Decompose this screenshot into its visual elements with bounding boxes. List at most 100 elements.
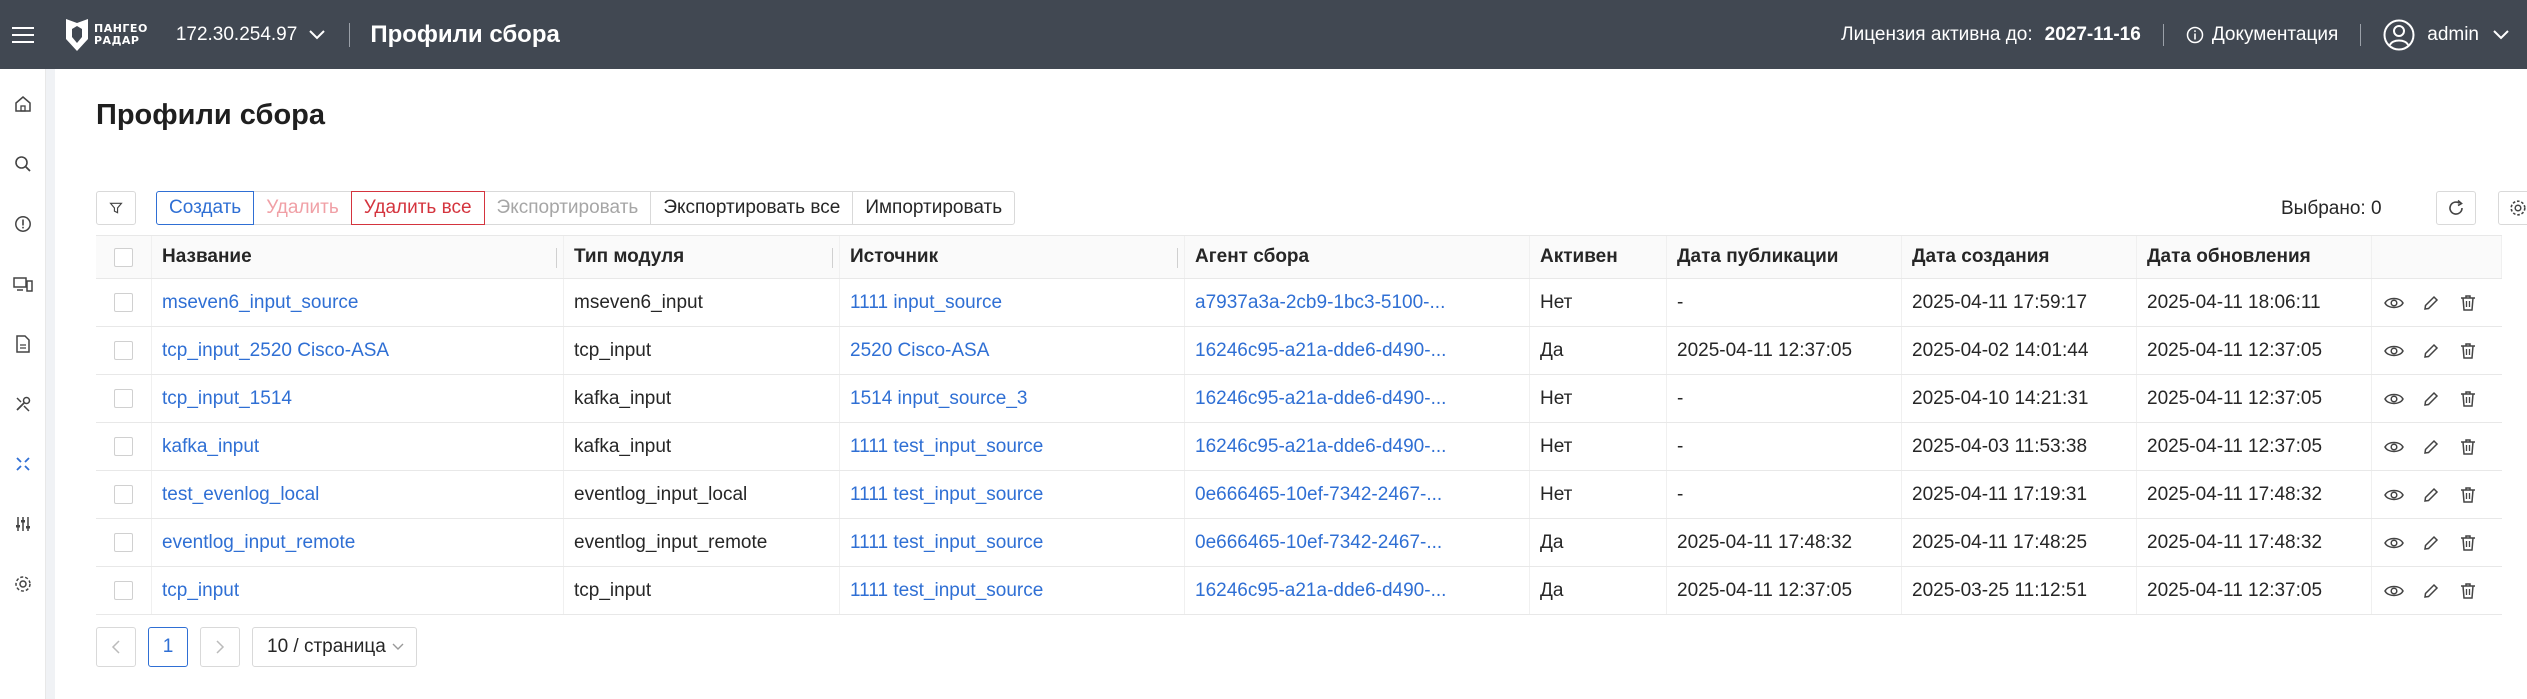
cell-source[interactable]: 1514 input_source_3 <box>850 388 1027 410</box>
column-header-updated[interactable]: Дата обновления <box>2137 236 2372 278</box>
cell-agent[interactable]: 0e666465-10ef-7342-2467-... <box>1195 484 1442 506</box>
cell-source[interactable]: 1111 test_input_source <box>850 436 1043 458</box>
delete-icon[interactable] <box>2456 579 2480 603</box>
view-icon[interactable] <box>2382 483 2406 507</box>
menu-toggle-button[interactable] <box>0 0 46 69</box>
cell-created: 2025-04-11 17:19:31 <box>1912 483 2088 505</box>
row-checkbox[interactable] <box>114 533 133 552</box>
cell-agent[interactable]: 16246c95-a21a-dde6-d490-... <box>1195 580 1446 602</box>
cell-created: 2025-03-25 11:12:51 <box>1912 579 2088 601</box>
view-icon[interactable] <box>2382 435 2406 459</box>
table-row: kafka_input kafka_input 1111 test_input_so… <box>96 423 2502 471</box>
next-page-button[interactable] <box>200 627 240 667</box>
user-menu[interactable]: admin <box>2383 19 2509 51</box>
delete-icon[interactable] <box>2456 339 2480 363</box>
delete-icon[interactable] <box>2456 531 2480 555</box>
column-header-source[interactable]: Источник <box>840 236 1185 278</box>
cell-source[interactable]: 2520 Cisco-ASA <box>850 340 989 362</box>
cell-agent[interactable]: 16246c95-a21a-dde6-d490-... <box>1195 388 1446 410</box>
edit-icon[interactable] <box>2419 435 2443 459</box>
sidebar-item-reports[interactable] <box>0 324 46 364</box>
view-icon[interactable] <box>2382 579 2406 603</box>
edit-icon[interactable] <box>2419 339 2443 363</box>
delete-icon[interactable] <box>2456 483 2480 507</box>
edit-icon[interactable] <box>2419 291 2443 315</box>
cell-source[interactable]: 1111 test_input_source <box>850 532 1043 554</box>
sidebar-item-assets[interactable] <box>0 264 46 304</box>
column-header-agent[interactable]: Агент сбора <box>1185 236 1530 278</box>
cell-agent[interactable]: 16246c95-a21a-dde6-d490-... <box>1195 436 1446 458</box>
page-button-1[interactable]: 1 <box>148 627 188 667</box>
cell-name[interactable]: tcp_input_2520 Cisco-ASA <box>162 340 389 362</box>
refresh-button[interactable] <box>2436 191 2476 225</box>
cell-updated: 2025-04-11 12:37:05 <box>2147 387 2323 409</box>
view-icon[interactable] <box>2382 387 2406 411</box>
cell-name[interactable]: test_evenlog_local <box>162 484 319 506</box>
column-header-actions <box>2372 236 2502 278</box>
sliders-icon <box>16 517 30 531</box>
cell-published: - <box>1677 435 1684 457</box>
sidebar-item-home[interactable] <box>0 84 46 124</box>
cell-published: 2025-04-11 12:37:05 <box>1677 579 1853 601</box>
sidebar-item-settings[interactable] <box>0 564 46 604</box>
delete-button[interactable]: Удалить <box>253 191 352 225</box>
view-icon[interactable] <box>2382 531 2406 555</box>
edit-icon[interactable] <box>2419 387 2443 411</box>
cell-name[interactable]: tcp_input_1514 <box>162 388 292 410</box>
select-all-checkbox[interactable] <box>114 247 133 267</box>
delete-icon[interactable] <box>2456 291 2480 315</box>
cell-name[interactable]: tcp_input <box>162 580 239 602</box>
cell-source[interactable]: 1111 test_input_source <box>850 580 1043 602</box>
edit-icon[interactable] <box>2419 483 2443 507</box>
view-icon[interactable] <box>2382 339 2406 363</box>
sidebar-item-search[interactable] <box>0 144 46 184</box>
column-header-name[interactable]: Название <box>152 236 564 278</box>
sidebar-item-alerts[interactable] <box>0 204 46 244</box>
view-icon[interactable] <box>2382 291 2406 315</box>
logo[interactable]: ПАНГЕО РАДАР <box>64 17 148 53</box>
edit-icon[interactable] <box>2419 579 2443 603</box>
cell-published: 2025-04-11 17:48:32 <box>1677 531 1853 553</box>
sidebar-item-tuning[interactable] <box>0 504 46 544</box>
row-checkbox[interactable] <box>114 437 133 456</box>
page-size-select[interactable]: 10 / страница <box>252 627 417 667</box>
delete-icon[interactable] <box>2456 387 2480 411</box>
cell-name[interactable]: mseven6_input_source <box>162 292 358 314</box>
prev-page-button[interactable] <box>96 627 136 667</box>
sidebar-item-tools[interactable] <box>0 384 46 424</box>
column-header-published[interactable]: Дата публикации <box>1667 236 1902 278</box>
column-header-active[interactable]: Активен <box>1530 236 1667 278</box>
filter-button[interactable] <box>96 191 136 225</box>
refresh-icon <box>2449 199 2463 215</box>
create-button[interactable]: Создать <box>156 191 255 225</box>
row-checkbox[interactable] <box>114 389 133 408</box>
row-checkbox[interactable] <box>114 293 133 312</box>
edit-icon[interactable] <box>2419 531 2443 555</box>
delete-all-button[interactable]: Удалить все <box>350 191 485 225</box>
row-checkbox[interactable] <box>114 581 133 600</box>
profiles-table: Название Тип модуля Источник Агент сбора… <box>96 235 2502 615</box>
cell-name[interactable]: kafka_input <box>162 436 259 458</box>
cell-active: Нет <box>1540 291 1573 313</box>
header-divider <box>2162 23 2164 46</box>
table-settings-button[interactable] <box>2498 191 2527 225</box>
delete-icon[interactable] <box>2456 435 2480 459</box>
server-selector[interactable]: 172.30.254.97 <box>176 24 326 46</box>
cell-source[interactable]: 1111 input_source <box>850 292 1002 314</box>
license-label: Лицензия активна до: <box>1841 23 2033 45</box>
cell-source[interactable]: 1111 test_input_source <box>850 484 1043 506</box>
cell-name[interactable]: eventlog_input_remote <box>162 532 355 554</box>
documentation-link[interactable]: Документация <box>2186 24 2338 46</box>
sidebar-item-collection[interactable] <box>0 444 46 484</box>
row-checkbox[interactable] <box>114 341 133 360</box>
export-all-button[interactable]: Экспортировать все <box>650 191 854 225</box>
import-button[interactable]: Импортировать <box>852 191 1016 225</box>
row-checkbox[interactable] <box>114 485 133 504</box>
cell-agent[interactable]: a7937a3a-2cb9-1bc3-5100-... <box>1195 292 1445 314</box>
cell-agent[interactable]: 0e666465-10ef-7342-2467-... <box>1195 532 1442 554</box>
column-header-module-type[interactable]: Тип модуля <box>564 236 840 278</box>
cell-module-type: tcp_input <box>574 339 652 361</box>
export-button[interactable]: Экспортировать <box>483 191 652 225</box>
cell-agent[interactable]: 16246c95-a21a-dde6-d490-... <box>1195 340 1446 362</box>
column-header-created[interactable]: Дата создания <box>1902 236 2137 278</box>
